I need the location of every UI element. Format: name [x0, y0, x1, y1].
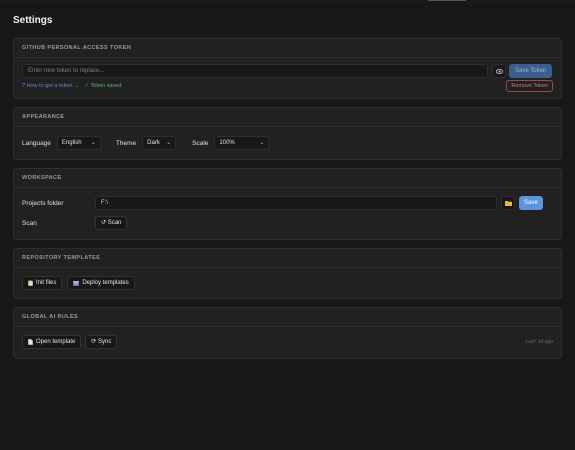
chevron-down-icon: ⌄ [259, 140, 265, 146]
theme-label: Theme [115, 139, 137, 147]
language-value: English [61, 140, 82, 146]
deploy-templates-button[interactable]: Deploy templates [67, 276, 135, 290]
projects-folder-input[interactable]: F:\ [95, 196, 497, 210]
token-input[interactable]: Enter new token to replace... [22, 64, 488, 78]
appearance-section-title: APPEARANCE [14, 108, 561, 127]
package-icon [73, 281, 80, 286]
reveal-token-button[interactable] [492, 64, 506, 78]
language-label: Language [22, 139, 51, 147]
init-files-button[interactable]: Init files [22, 276, 63, 290]
ai-rules-section: GLOBAL AI RULES Open template ⟳ Sync Las… [13, 307, 562, 359]
open-template-button[interactable]: Open template [22, 335, 82, 349]
token-section: GITHUB PERSONAL ACCESS TOKEN Enter new t… [13, 38, 562, 99]
templates-section-title: REPOSITORY TEMPLATES [14, 249, 561, 268]
deploy-templates-label: Deploy templates [82, 280, 129, 286]
workspace-section-title: WORKSPACE [14, 169, 561, 188]
open-template-label: Open template [36, 339, 76, 345]
browse-folder-button[interactable] [501, 196, 515, 210]
folder-icon [504, 201, 512, 206]
save-token-button[interactable]: Save Token [509, 64, 553, 78]
chevron-down-icon: ⌄ [166, 140, 172, 146]
projects-folder-label: Projects folder [22, 199, 64, 207]
sync-button[interactable]: ⟳ Sync [85, 335, 118, 349]
token-section-title: GITHUB PERSONAL ACCESS TOKEN [14, 39, 561, 58]
templates-section: REPOSITORY TEMPLATES Init files Deploy t… [13, 248, 562, 299]
eye-icon [495, 68, 503, 74]
help-link[interactable]: ? How to get a token → [22, 83, 79, 89]
init-files-label: Init files [36, 280, 57, 286]
scan-label: Scan [22, 219, 37, 227]
scale-label: Scale [192, 139, 209, 147]
settings-page: Settings GITHUB PERSONAL ACCESS TOKEN En… [0, 0, 575, 450]
language-select[interactable]: English ⌄ [56, 136, 101, 150]
scale-select[interactable]: 100% ⌄ [214, 136, 270, 150]
theme-value: Dark [147, 140, 160, 146]
document-icon [28, 339, 33, 345]
remove-token-button[interactable]: Remove Token [506, 80, 553, 92]
token-status: ✓ Token saved [84, 83, 122, 89]
scale-value: 100% [219, 140, 235, 146]
page-title: Settings [13, 15, 53, 26]
scan-button[interactable]: ↺ Scan [95, 216, 128, 230]
save-workspace-button[interactable]: Save [519, 196, 543, 210]
appearance-section: APPEARANCE Language English ⌄ Theme Dark… [13, 107, 562, 160]
ai-rules-section-title: GLOBAL AI RULES [14, 308, 561, 327]
theme-select[interactable]: Dark ⌄ [142, 136, 177, 150]
last-sync-text: Last: 1d ago [525, 339, 553, 345]
workspace-section: WORKSPACE Projects folder F:\ Save Scan … [13, 168, 562, 240]
clipboard-icon [28, 280, 33, 286]
chevron-down-icon: ⌄ [90, 140, 96, 146]
